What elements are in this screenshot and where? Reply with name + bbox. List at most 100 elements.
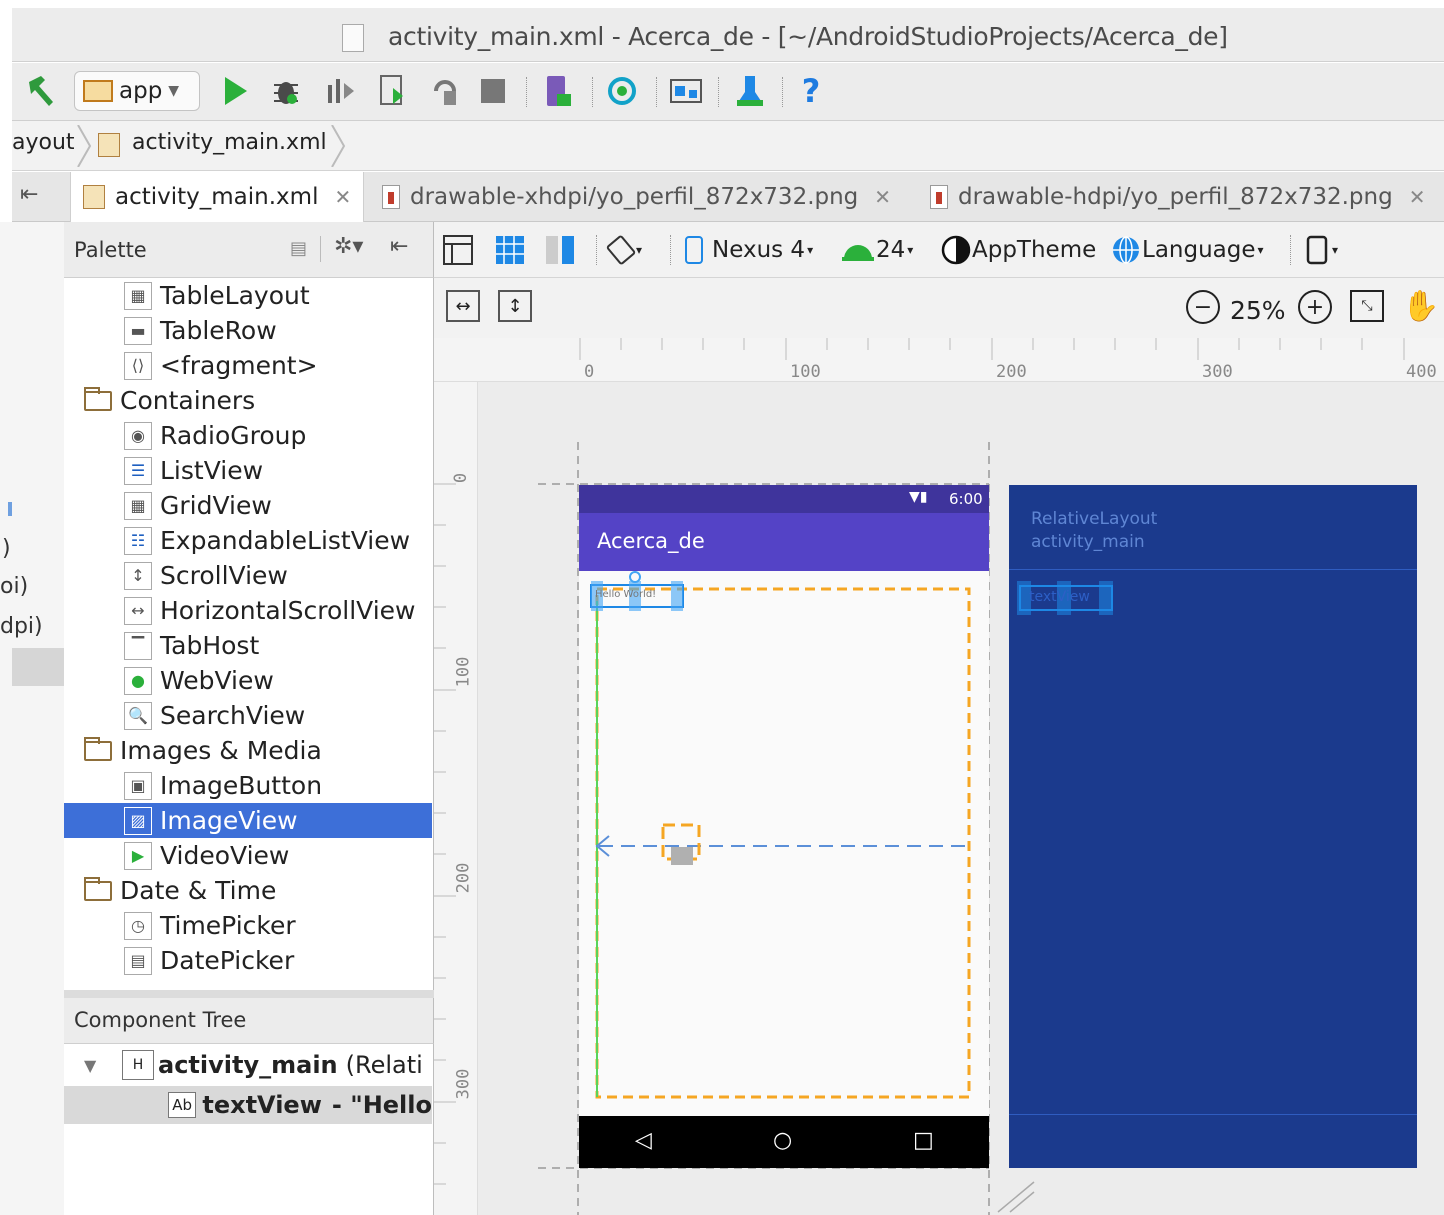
blueprint-appbar-line <box>1009 569 1417 570</box>
tree-row-textview[interactable]: Ab textView - "Hello <box>64 1086 432 1124</box>
tab-host-icon: ▔ <box>124 631 152 660</box>
palette-item[interactable]: Date & Time <box>64 873 432 908</box>
palette-item[interactable]: ▬ TableRow <box>64 313 432 348</box>
sdk-manager-icon[interactable] <box>732 73 768 109</box>
hello-world-textview[interactable]: Hello World! <box>595 589 656 600</box>
component-tree-title: Component Tree <box>74 1008 247 1032</box>
ruler-label: 200 <box>996 362 1027 382</box>
palette-item-label: ScrollView <box>160 561 288 590</box>
hammer-icon[interactable] <box>22 73 58 109</box>
separator <box>526 77 527 107</box>
pan-hand-icon[interactable]: ✋ <box>1402 288 1439 324</box>
tab-hdpi-png[interactable]: drawable-hdpi/yo_perfil_872x732.png ✕ <box>918 172 1437 222</box>
palette-item[interactable]: ● WebView <box>64 663 432 698</box>
expand-triangle-icon[interactable]: ▼ <box>84 1056 106 1075</box>
palette-item[interactable]: ▦ GridView <box>64 488 432 523</box>
palette-item[interactable]: ☷ ExpandableListView <box>64 523 432 558</box>
collapse-icon[interactable]: ⇤ <box>390 234 408 259</box>
palette-item[interactable]: ▶ VideoView <box>64 838 432 873</box>
palette-item[interactable]: ◷ TimePicker <box>64 908 432 943</box>
palette-item[interactable]: ⟨⟩ <fragment> <box>64 348 432 383</box>
selection-overlay <box>590 571 971 1099</box>
theme-select[interactable]: AppTheme <box>940 232 1096 268</box>
blueprint-textview-label: textView <box>1029 589 1090 605</box>
blueprint-mode-icon[interactable] <box>494 232 526 268</box>
ruler-label: 400 <box>1406 362 1437 382</box>
palette-item[interactable]: ▦ TableLayout <box>64 278 432 313</box>
help-icon[interactable]: ? <box>796 72 826 110</box>
document-icon <box>342 24 364 52</box>
orientation-icon[interactable]: ▾ <box>606 232 642 268</box>
debug-icon[interactable] <box>268 73 304 109</box>
device-frame-icon <box>1306 235 1328 265</box>
stop-icon[interactable] <box>478 73 508 109</box>
zoom-out-icon[interactable]: − <box>1186 290 1220 324</box>
palette-item[interactable]: ↕ ScrollView <box>64 558 432 593</box>
ruler-label: 300 <box>453 1068 474 1100</box>
palette-item[interactable]: ▨ ImageView <box>64 803 432 838</box>
palette-item[interactable]: Images & Media <box>64 733 432 768</box>
palette-item[interactable]: ▔ TabHost <box>64 628 432 663</box>
attach-debugger-icon[interactable] <box>322 73 358 109</box>
close-icon[interactable]: ✕ <box>334 185 351 209</box>
apply-changes-icon[interactable] <box>374 73 410 109</box>
separator <box>718 77 719 107</box>
palette-item[interactable]: ▣ ImageButton <box>64 768 432 803</box>
expand-vertical-icon[interactable]: ↕ <box>498 290 532 322</box>
palette-item-label: TableRow <box>160 316 277 345</box>
blueprint-preview[interactable]: RelativeLayout activity_main textView <box>1009 485 1417 1168</box>
back-icon: ◁ <box>635 1128 652 1153</box>
run-icon[interactable] <box>220 73 250 109</box>
palette-item[interactable]: 🔍 SearchView <box>64 698 432 733</box>
breadcrumb-item-layout[interactable]: ayout <box>12 130 75 155</box>
device-frame-select[interactable]: ▾ <box>1306 232 1338 268</box>
expandable-list-icon: ☷ <box>124 526 152 555</box>
palette-item[interactable]: ◉ RadioGroup <box>64 418 432 453</box>
gear-icon[interactable]: ✲▾ <box>334 234 363 259</box>
xml-file-icon <box>83 185 105 209</box>
android-app-icon <box>83 80 113 102</box>
avd-manager-icon[interactable] <box>540 73 576 109</box>
device-select[interactable]: Nexus 4 ▾ <box>684 232 813 268</box>
device-label: Nexus 4 <box>712 237 806 263</box>
both-modes-icon[interactable] <box>544 232 576 268</box>
expand-horizontal-icon[interactable]: ↔ <box>446 290 480 322</box>
close-icon[interactable]: ✕ <box>874 185 891 209</box>
title-bar: activity_main.xml - Acerca_de - [~/Andro… <box>12 8 1444 62</box>
search-palette-icon[interactable]: ▤ <box>290 238 307 259</box>
palette-item[interactable]: ↔ HorizontalScrollView <box>64 593 432 628</box>
close-icon[interactable]: ✕ <box>1409 185 1426 209</box>
rerun-icon[interactable] <box>426 73 462 109</box>
palette-item[interactable]: Containers <box>64 383 432 418</box>
breadcrumb: ayout activity_main.xml <box>12 121 1444 171</box>
palette-item-label: <fragment> <box>160 351 318 380</box>
zoom-in-icon[interactable]: + <box>1298 290 1332 324</box>
zoom-fit-icon[interactable]: ⤡ <box>1350 290 1384 322</box>
language-select[interactable]: Language ▾ <box>1110 232 1264 268</box>
language-label: Language <box>1142 237 1256 263</box>
relative-layout-icon: H <box>122 1050 154 1080</box>
collapse-panel-icon[interactable]: ⇤ <box>20 182 38 207</box>
tree-row-root[interactable]: ▼ H activity_main (Relati <box>64 1046 432 1084</box>
theme-label: AppTheme <box>972 237 1097 263</box>
app-title: Acerca_de <box>597 529 705 553</box>
run-config-select[interactable]: app ▼ <box>74 71 200 111</box>
palette-item-label: Containers <box>120 386 256 415</box>
tree-child-text: - "Hello <box>331 1091 432 1119</box>
api-select[interactable]: 24 ▾ <box>840 232 913 268</box>
sync-icon[interactable] <box>604 73 640 109</box>
selected-row[interactable] <box>12 648 64 686</box>
blueprint-handle[interactable] <box>1099 581 1113 615</box>
project-structure-icon[interactable] <box>668 73 704 109</box>
palette-item[interactable]: ☰ ListView <box>64 453 432 488</box>
marker <box>8 502 12 516</box>
scroll-view-icon: ↕ <box>124 561 152 590</box>
design-mode-icon[interactable] <box>442 232 474 268</box>
tab-xhdpi-png[interactable]: drawable-xhdpi/yo_perfil_872x732.png ✕ <box>370 172 903 222</box>
project-panel-edge: ) oi) dpi) <box>0 222 64 1215</box>
palette-item[interactable]: ▤ DatePicker <box>64 943 432 978</box>
splitter[interactable] <box>64 990 434 998</box>
tab-activity-main[interactable]: activity_main.xml ✕ <box>70 172 365 222</box>
palette-item-label: DatePicker <box>160 946 295 975</box>
breadcrumb-item-file[interactable]: activity_main.xml <box>132 130 327 155</box>
